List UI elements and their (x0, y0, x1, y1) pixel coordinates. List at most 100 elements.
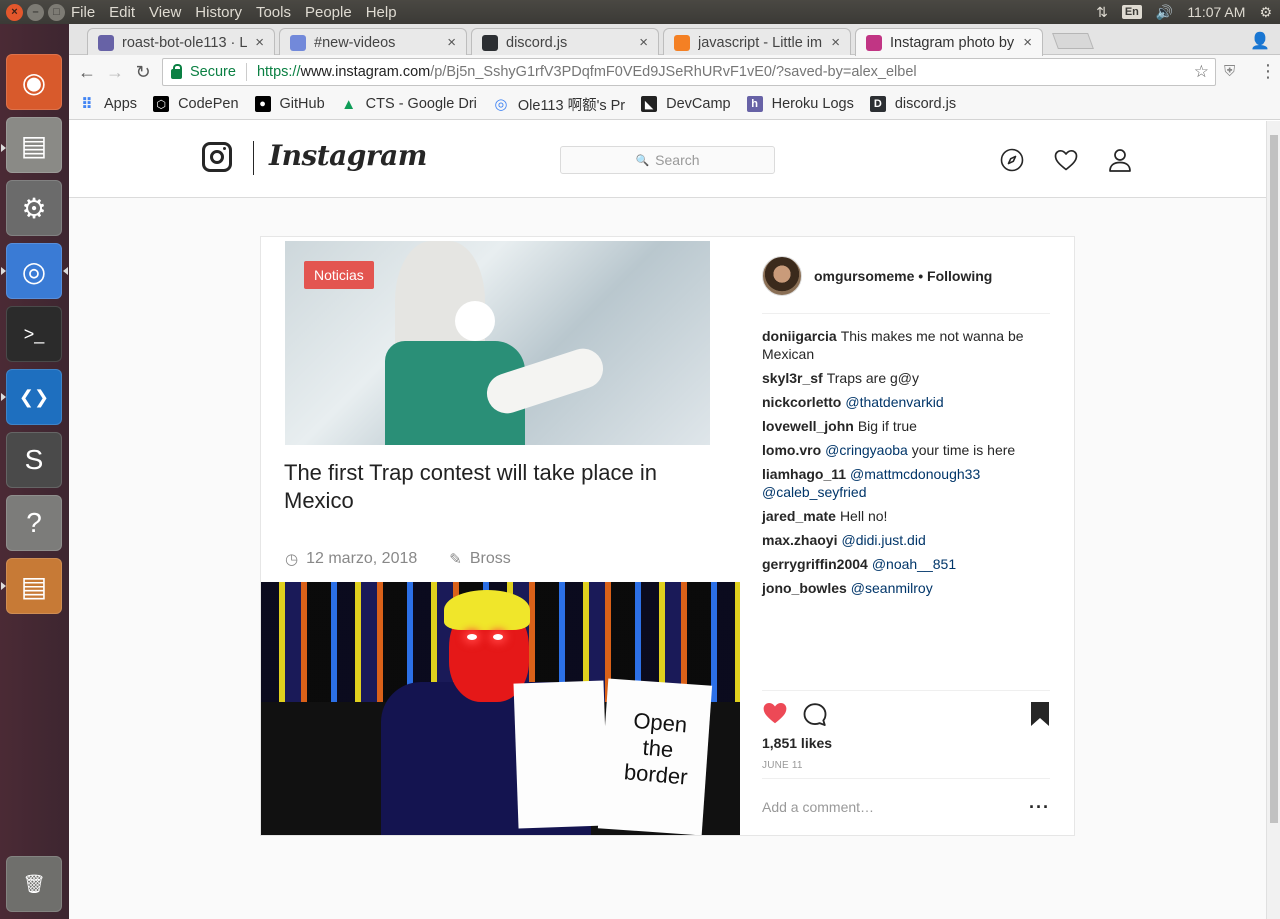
maximize-window-button[interactable]: □ (48, 3, 65, 21)
back-arrow-icon[interactable]: ← (73, 62, 101, 83)
tab-close-icon[interactable]: × (639, 34, 648, 51)
post-sidebar: omgursomeme • Following doniigarcia This … (740, 237, 1074, 835)
bookmark-item[interactable]: ⬡ CodePen (153, 96, 239, 112)
devcamp-icon: ◣ (641, 96, 658, 112)
vscode-icon[interactable]: ❮❯ (6, 369, 62, 425)
terminal-icon[interactable]: >_ (6, 306, 62, 362)
comment-mention[interactable]: @didi.just.did (841, 532, 925, 548)
like-heart-icon[interactable] (762, 701, 788, 727)
browser-tab[interactable]: javascript - Little im × (663, 28, 851, 56)
window-controls: × – □ (0, 3, 69, 21)
files-icon-2[interactable]: ▤ (6, 558, 62, 614)
extension-shield-icon[interactable]: ⛨ (1224, 63, 1235, 80)
sublime-text-icon[interactable]: S (6, 432, 62, 488)
menu-view[interactable]: View (149, 4, 181, 21)
post-author[interactable]: omgursomeme • Following (814, 268, 992, 284)
tab-close-icon[interactable]: × (447, 34, 456, 51)
avatar[interactable] (762, 255, 802, 296)
menu-file[interactable]: File (71, 4, 95, 21)
software-updater-glyph: ? (26, 507, 42, 538)
url-host: www.instagram.com (300, 64, 431, 80)
files-icon[interactable]: ▤ (6, 117, 62, 173)
menu-tools[interactable]: Tools (256, 4, 291, 21)
network-updown-icon[interactable]: ⇅ (1096, 4, 1108, 21)
comment-username[interactable]: doniigarcia (762, 328, 837, 344)
close-window-button[interactable]: × (6, 3, 23, 21)
bookmarks-bar: ⠿ Apps ⬡ CodePen ● GitHub ▲ CTS - Google Dri ◎ Ol… (69, 89, 1280, 120)
add-comment-placeholder: Add a comment… (762, 799, 875, 815)
browser-tab[interactable]: #new-videos × (279, 28, 467, 56)
ubuntu-dash-icon[interactable]: ◉ (6, 54, 62, 110)
bookmark-item[interactable]: h Heroku Logs (746, 96, 854, 112)
comment-username[interactable]: nickcorletto (762, 394, 841, 410)
comment-text: Traps are g@y (826, 370, 919, 386)
browser-tab[interactable]: roast-bot-ole113 · L × (87, 28, 275, 56)
scrollbar-thumb[interactable] (1270, 135, 1278, 823)
bookmark-item[interactable]: ▲ CTS - Google Dri (341, 96, 477, 113)
comment-mention[interactable]: @seanmilroy (851, 580, 933, 596)
forward-arrow-icon[interactable]: → (101, 62, 129, 83)
browser-tab[interactable]: Instagram photo by × (855, 28, 1043, 56)
settings-gear-icon[interactable]: ⚙ (1259, 4, 1272, 21)
profile-user-icon[interactable] (1108, 148, 1132, 172)
comment-item: skyl3r_sf Traps are g@y (762, 369, 1050, 387)
menu-history[interactable]: History (195, 4, 242, 21)
bookmark-item[interactable]: Ddiscord.js (869, 96, 956, 112)
bookmark-item[interactable]: ◣ DevCamp (641, 96, 731, 112)
reload-icon[interactable]: ↻ (129, 62, 157, 83)
comment-bubble-icon[interactable] (802, 702, 828, 728)
keyboard-layout-indicator[interactable]: En (1121, 5, 1142, 19)
instagram-header: Instagram 🔍 Search (69, 121, 1266, 198)
system-settings-icon[interactable]: ⚙ (6, 180, 62, 236)
bookmark-item[interactable]: ● GitHub (254, 96, 325, 112)
saved-bookmark-icon[interactable] (1030, 701, 1050, 727)
volume-icon[interactable]: 🔊 (1156, 4, 1173, 21)
bookmark-item[interactable]: ⠿ Apps (79, 96, 137, 113)
comment-username[interactable]: gerrygriffin2004 (762, 556, 868, 572)
meme-glowing-eye (467, 634, 477, 640)
profile-icon[interactable]: 👤 (1250, 31, 1270, 51)
comment-username[interactable]: jared_mate (762, 508, 836, 524)
menu-people[interactable]: People (305, 4, 352, 21)
explore-compass-icon[interactable] (1000, 148, 1024, 172)
tab-close-icon[interactable]: × (831, 34, 840, 51)
trash-icon[interactable]: 🗑 (6, 856, 62, 912)
comment-username[interactable]: liamhago_11 (762, 466, 846, 482)
new-tab-button[interactable] (1052, 33, 1094, 49)
tab-close-icon[interactable]: × (255, 34, 264, 51)
post-media-image[interactable]: Noticias The first Trap contest will tak… (261, 237, 740, 835)
bookmark-item[interactable]: ◎ Ole113 啊额's Pr (493, 94, 625, 115)
instagram-camera-logo-icon[interactable] (202, 142, 232, 172)
more-options-icon[interactable]: ··· (1029, 797, 1050, 818)
comment-username[interactable]: max.zhaoyi (762, 532, 837, 548)
instagram-wordmark[interactable]: Instagram (269, 139, 427, 172)
comment-username[interactable]: lovewell_john (762, 418, 854, 434)
menu-edit[interactable]: Edit (109, 4, 135, 21)
chrome-icon[interactable]: ◎ (6, 243, 62, 299)
comment-mention[interactable]: @thatdenvarkid (845, 394, 943, 410)
comment-username[interactable]: skyl3r_sf (762, 370, 823, 386)
post-date[interactable]: JUNE 11 (762, 760, 803, 771)
page-scrollbar[interactable] (1266, 121, 1280, 919)
meme-hair (444, 590, 530, 630)
software-updater-icon[interactable]: ? (6, 495, 62, 551)
clock[interactable]: 11:07 AM (1187, 4, 1245, 20)
add-comment-field[interactable]: Add a comment… ··· (762, 778, 1050, 835)
comment-item: liamhago_11 @mattmcdonough33 @caleb_seyfr… (762, 465, 1050, 501)
comment-mention[interactable]: @noah__851 (872, 556, 956, 572)
browser-tab[interactable]: discord.js × (471, 28, 659, 56)
tab-close-icon[interactable]: × (1023, 34, 1032, 51)
files-glyph: ▤ (20, 129, 48, 161)
chrome-menu-icon[interactable]: ⋮ (1259, 61, 1277, 82)
comment-mention[interactable]: @cringyaoba (825, 442, 908, 458)
instagram-icon (866, 34, 882, 51)
menu-help[interactable]: Help (366, 4, 397, 21)
minimize-window-button[interactable]: – (27, 3, 44, 21)
comment-username[interactable]: jono_bowles (762, 580, 847, 596)
address-bar[interactable]: Secure https:// www.instagram.com /p/Bj5… (162, 58, 1216, 86)
likes-count[interactable]: 1,851 likes (762, 735, 832, 751)
search-input[interactable]: 🔍 Search (560, 146, 775, 174)
activity-heart-icon[interactable] (1054, 148, 1078, 172)
bookmark-star-icon[interactable]: ☆ (1194, 62, 1209, 82)
comment-username[interactable]: lomo.vro (762, 442, 821, 458)
